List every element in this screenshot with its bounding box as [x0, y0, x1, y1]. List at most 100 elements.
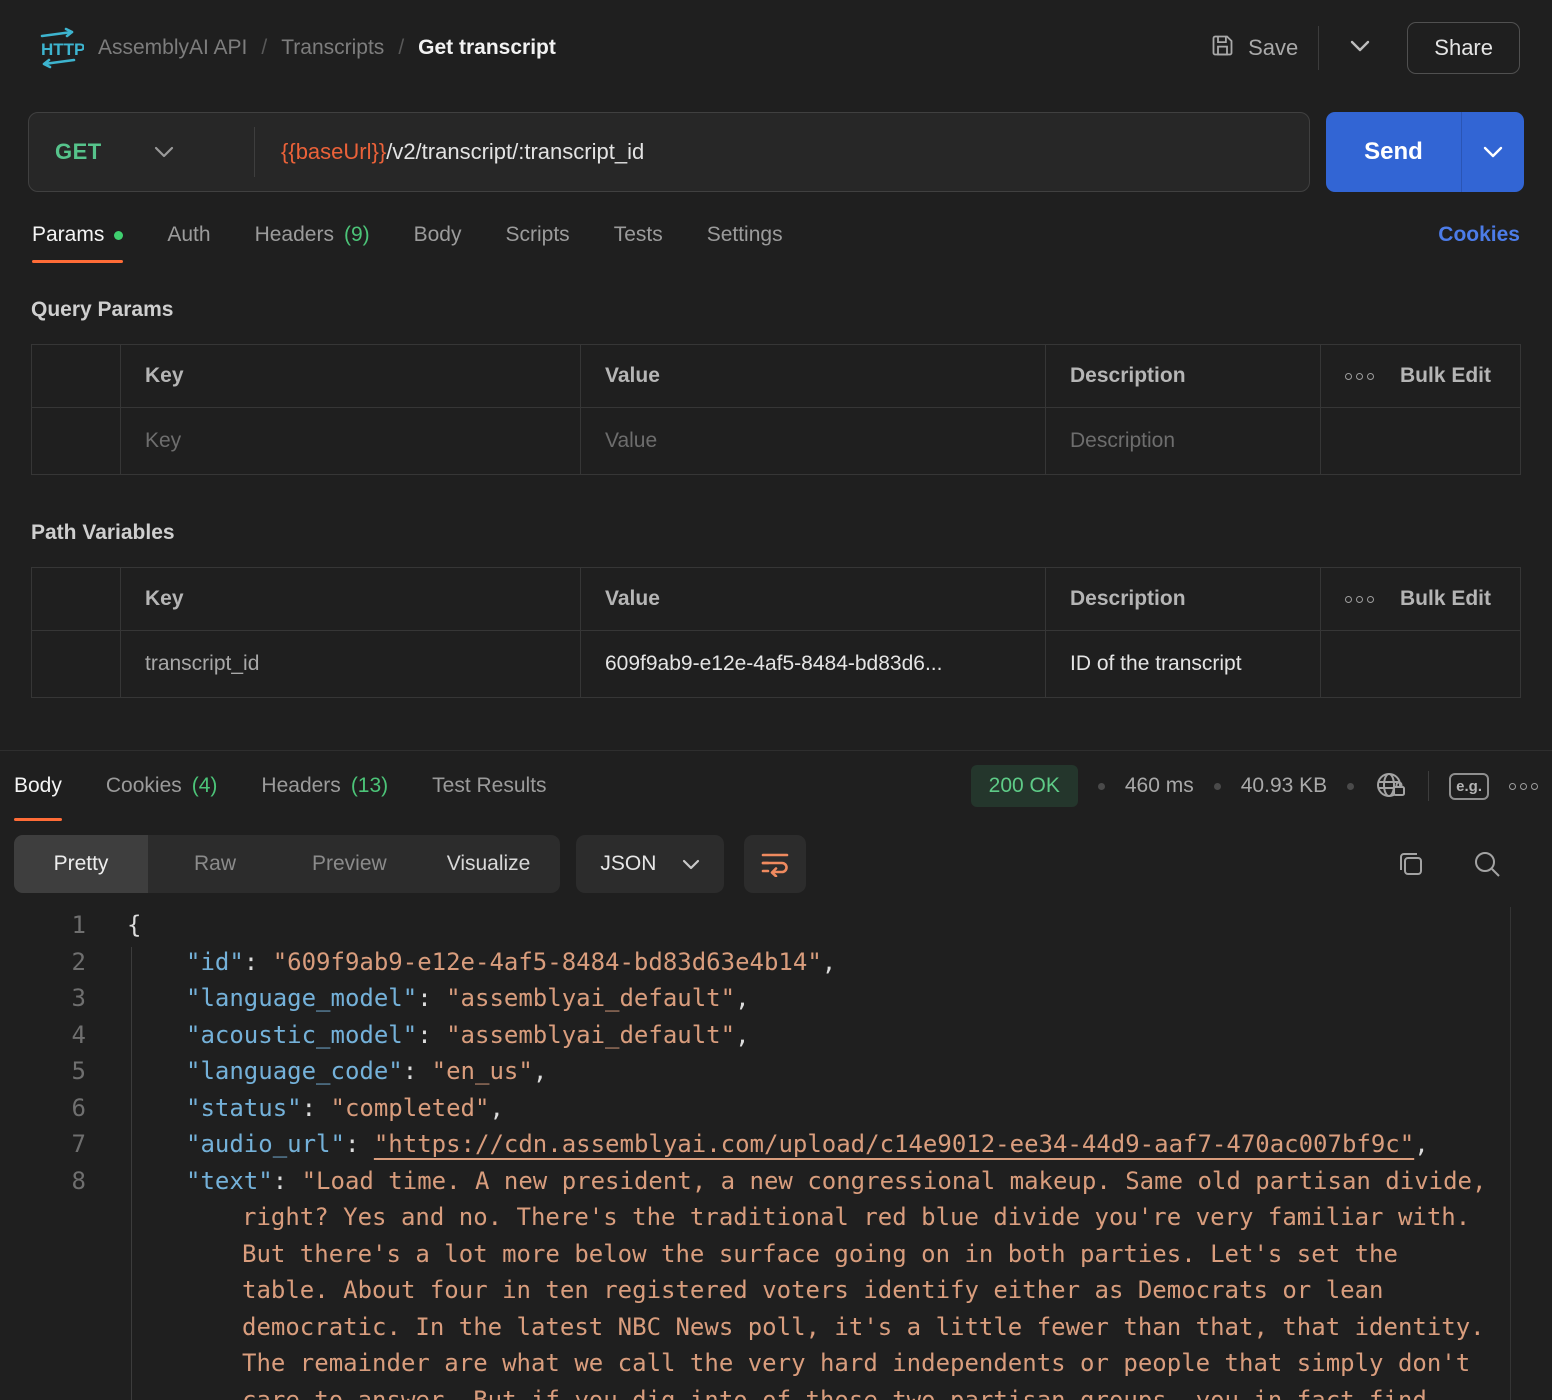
- tab-tests[interactable]: Tests: [614, 223, 663, 263]
- bulk-edit-button[interactable]: Bulk Edit: [1400, 587, 1491, 611]
- tab-count: (13): [351, 774, 388, 798]
- more-options-icon[interactable]: [1345, 596, 1374, 603]
- response-view-bar: PrettyRawPreviewVisualize JSON: [0, 835, 1552, 893]
- query-params-table: Key Value Description Bulk Edit Key Valu…: [31, 344, 1521, 475]
- url-input[interactable]: {{baseUrl}}/v2/transcript/:transcript_id: [255, 139, 644, 165]
- breadcrumb-collection[interactable]: AssemblyAI API: [98, 36, 247, 60]
- response-tabs: Body Cookies(4) Headers (13) Test Results: [14, 751, 547, 821]
- send-button[interactable]: Send: [1326, 112, 1461, 192]
- request-url-row: GET {{baseUrl}}/v2/transcript/:transcrip…: [0, 112, 1552, 192]
- breadcrumb-folder[interactable]: Transcripts: [281, 36, 384, 60]
- line-number: 7: [0, 1126, 86, 1163]
- request-tabs: Params Auth Headers(9) Body Scripts Tests Sett…: [32, 223, 783, 263]
- response-tab-test-results[interactable]: Test Results: [432, 751, 546, 821]
- tab-label: Params: [32, 223, 104, 247]
- key-input[interactable]: Key: [121, 408, 581, 474]
- key-column-header: Key: [121, 568, 581, 630]
- http-method-icon: HTTP: [32, 22, 84, 74]
- view-mode-segmented: PrettyRawPreviewVisualize: [14, 835, 560, 893]
- status-badge[interactable]: 200 OK: [971, 765, 1078, 807]
- path-variable-value[interactable]: 609f9ab9-e12e-4af5-8484-bd83d6...: [581, 631, 1046, 697]
- code-line: 6"status": "completed",: [0, 1090, 1552, 1127]
- value-column-header: Value: [581, 345, 1046, 407]
- response-body-code[interactable]: 1{2"id": "609f9ab9-e12e-4af5-8484-bd83d6…: [0, 907, 1552, 1400]
- tab-count: (4): [192, 774, 218, 798]
- response-pane: Body Cookies(4) Headers (13) Test Results 20…: [0, 750, 1552, 1400]
- format-selector[interactable]: JSON: [576, 835, 724, 893]
- share-button[interactable]: Share: [1407, 22, 1520, 74]
- copy-icon: [1396, 849, 1426, 879]
- response-tab-cookies[interactable]: Cookies(4): [106, 751, 218, 821]
- response-time[interactable]: 460 ms: [1125, 774, 1194, 798]
- copy-response-button[interactable]: [1396, 849, 1426, 879]
- more-options-icon[interactable]: [1345, 373, 1374, 380]
- breadcrumb-request-name[interactable]: Get transcript: [418, 36, 556, 60]
- view-mode-pretty[interactable]: Pretty: [14, 835, 148, 893]
- save-label: Save: [1248, 35, 1298, 61]
- breadcrumb-separator: /: [398, 36, 404, 60]
- search-icon: [1472, 849, 1502, 879]
- response-size[interactable]: 40.93 KB: [1241, 774, 1327, 798]
- tab-label: Tests: [614, 223, 663, 247]
- tab-label: Headers: [255, 223, 334, 247]
- tab-params[interactable]: Params: [32, 223, 123, 263]
- breadcrumb: AssemblyAI API / Transcripts / Get trans…: [98, 36, 556, 60]
- tab-label: Settings: [707, 223, 783, 247]
- save-button[interactable]: Save: [1209, 32, 1298, 65]
- select-column-header: [32, 345, 121, 407]
- view-mode-raw[interactable]: Raw: [148, 835, 282, 893]
- line-number: 3: [0, 980, 86, 1017]
- path-variable-row: transcript_id 609f9ab9-e12e-4af5-8484-bd…: [32, 630, 1520, 697]
- line-number: 1: [0, 907, 86, 944]
- path-variables-title: Path Variables: [31, 521, 1521, 545]
- breadcrumb-separator: /: [261, 36, 267, 60]
- path-variable-description[interactable]: ID of the transcript: [1046, 631, 1321, 697]
- tab-label: Body: [14, 774, 62, 798]
- path-variable-key[interactable]: transcript_id: [121, 631, 581, 697]
- divider: [1318, 26, 1319, 70]
- tab-label: Auth: [167, 223, 210, 247]
- wrap-text-button[interactable]: [744, 835, 806, 893]
- send-button-group: Send: [1326, 112, 1524, 192]
- search-response-button[interactable]: [1472, 849, 1502, 879]
- method-selector[interactable]: GET: [29, 139, 254, 165]
- code-line: 8"text": "Load time. A new president, a …: [0, 1163, 1552, 1400]
- send-options-chevron-icon[interactable]: [1462, 112, 1524, 192]
- tab-scripts[interactable]: Scripts: [506, 223, 570, 263]
- audio-url-link[interactable]: "https://cdn.assemblyai.com/upload/c14e9…: [374, 1130, 1414, 1158]
- code-line: 3"language_model": "assemblyai_default",: [0, 980, 1552, 1017]
- format-chevron-icon: [682, 859, 700, 870]
- response-tab-body[interactable]: Body: [14, 751, 62, 821]
- code-line: 1{: [0, 907, 1552, 944]
- save-options-chevron-icon[interactable]: [1339, 33, 1381, 64]
- view-mode-preview[interactable]: Preview: [282, 835, 417, 893]
- save-icon: [1209, 32, 1236, 65]
- description-column-header: Description: [1046, 568, 1321, 630]
- tab-label: Headers: [261, 774, 340, 798]
- bulk-edit-button[interactable]: Bulk Edit: [1400, 364, 1491, 388]
- response-more-options-icon[interactable]: [1509, 783, 1538, 790]
- description-input[interactable]: Description: [1046, 408, 1321, 474]
- view-mode-visualize[interactable]: Visualize: [417, 835, 561, 893]
- tab-settings[interactable]: Settings: [707, 223, 783, 263]
- tab-auth[interactable]: Auth: [167, 223, 210, 263]
- query-param-empty-row: Key Value Description: [32, 407, 1520, 474]
- value-input[interactable]: Value: [581, 408, 1046, 474]
- tab-body[interactable]: Body: [414, 223, 462, 263]
- query-params-section: Query Params Key Value Description Bulk …: [0, 298, 1552, 698]
- response-tab-headers[interactable]: Headers (13): [261, 751, 388, 821]
- url-path: /v2/transcript/:transcript_id: [386, 139, 644, 164]
- method-chevron-icon: [154, 146, 174, 158]
- unsaved-changes-dot: [114, 231, 123, 240]
- line-number: 4: [0, 1017, 86, 1054]
- example-icon[interactable]: e.g.: [1449, 773, 1489, 800]
- value-column-header: Value: [581, 568, 1046, 630]
- network-info-icon[interactable]: [1374, 769, 1408, 803]
- code-line: 4"acoustic_model": "assemblyai_default",: [0, 1017, 1552, 1054]
- tab-headers[interactable]: Headers(9): [255, 223, 370, 263]
- query-params-title: Query Params: [31, 298, 1521, 322]
- path-variables-table: Key Value Description Bulk Edit transcri…: [31, 567, 1521, 698]
- bulk-edit-cell: Bulk Edit: [1321, 568, 1520, 630]
- format-label: JSON: [600, 852, 656, 876]
- cookies-link[interactable]: Cookies: [1438, 223, 1520, 263]
